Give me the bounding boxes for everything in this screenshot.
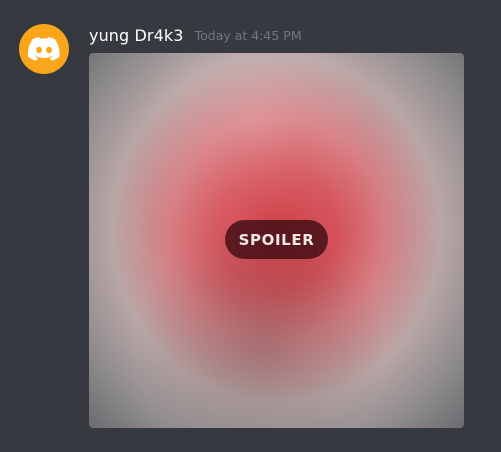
spoiler-image-attachment[interactable]: SPOILER xyxy=(89,53,464,428)
timestamp: Today at 4:45 PM xyxy=(194,28,302,43)
discord-logo-icon xyxy=(28,37,60,61)
message-header: yung Dr4k3 Today at 4:45 PM xyxy=(89,26,302,45)
chat-message: yung Dr4k3 Today at 4:45 PM SPOILER xyxy=(0,0,501,452)
username[interactable]: yung Dr4k3 xyxy=(89,26,184,45)
spoiler-label: SPOILER xyxy=(225,220,328,259)
user-avatar[interactable] xyxy=(19,24,69,74)
